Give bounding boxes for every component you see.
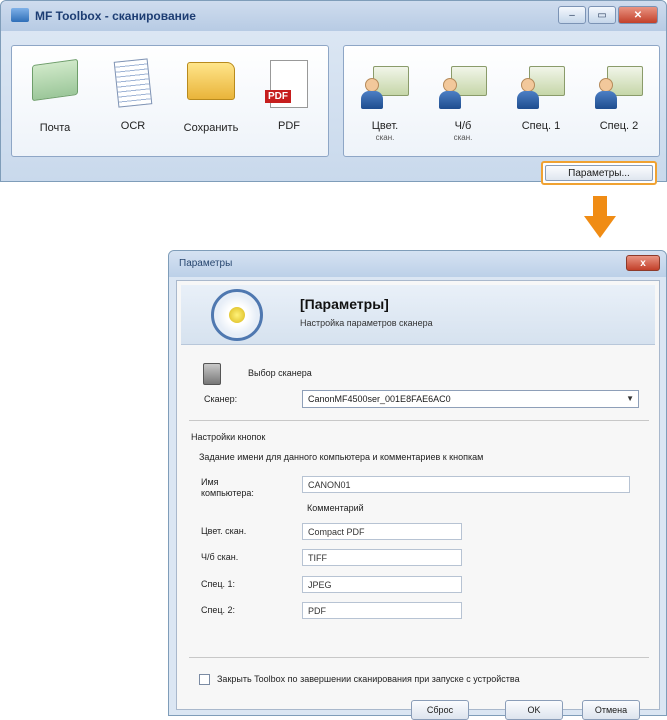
- button-settings-description: Задание имени для данного компьютера и к…: [199, 452, 484, 462]
- ocr-document-icon: [113, 58, 153, 108]
- pdf-icon: [265, 60, 308, 108]
- mail-tool-button[interactable]: Почта: [20, 52, 90, 134]
- parameters-button-label: Параметры...: [545, 165, 653, 181]
- scanner-select[interactable]: CanonMF4500ser_001E8FAE6AC0 ▼: [302, 390, 639, 408]
- mail-tool-label: Почта: [39, 122, 71, 134]
- ocr-tool-label: OCR: [120, 120, 146, 132]
- ok-button[interactable]: OK: [505, 700, 563, 720]
- dialog-titlebar: Параметры x: [169, 251, 666, 277]
- custom1-scan-tool-button[interactable]: Спец. 1: [506, 52, 576, 132]
- scanner-label: Сканер:: [204, 394, 238, 404]
- minimize-button[interactable]: ‒: [558, 6, 586, 24]
- custom1-row-label: Спец. 1:: [201, 579, 236, 589]
- dialog-header: [Параметры] Настройка параметров сканера: [181, 285, 655, 345]
- scanner-icon: [203, 363, 221, 385]
- bw-scan-icon: [437, 60, 489, 112]
- toolbox-title: MF Toolbox - сканирование: [35, 9, 196, 23]
- ocr-tool-button[interactable]: OCR: [98, 52, 168, 132]
- divider: [189, 657, 649, 658]
- dialog-body: [Параметры] Настройка параметров сканера…: [176, 280, 660, 720]
- color-scan-label: Цвет.: [371, 120, 399, 132]
- color-scan-sublabel: скан.: [375, 133, 395, 142]
- chevron-down-icon: ▼: [626, 394, 634, 403]
- tool-group-scan-buttons: Цвет. скан. Ч/б скан. Спец. 1 Спец. 2: [343, 45, 660, 157]
- dialog-close-button[interactable]: x: [626, 255, 660, 271]
- down-arrow-icon: [584, 196, 616, 240]
- dialog-header-title: [Параметры]: [300, 296, 389, 312]
- bw-scan-label: Ч/б: [454, 120, 472, 132]
- custom2-comment-input[interactable]: PDF: [302, 602, 462, 619]
- parameters-dialog: Параметры x [Параметры] Настройка параме…: [168, 250, 667, 720]
- bw-scan-comment-input[interactable]: TIFF: [302, 549, 462, 566]
- custom2-row-label: Спец. 2:: [201, 605, 236, 615]
- window-close-button[interactable]: ✕: [618, 6, 658, 24]
- color-scan-row-label: Цвет. скан.: [201, 526, 247, 536]
- custom2-scan-tool-button[interactable]: Спец. 2: [584, 52, 654, 132]
- folder-save-icon: [187, 62, 235, 100]
- save-tool-button[interactable]: Сохранить: [176, 52, 246, 134]
- custom2-scan-label: Спец. 2: [599, 120, 639, 132]
- parameters-button[interactable]: Параметры...: [541, 161, 657, 185]
- pdf-tool-button[interactable]: PDF: [254, 52, 324, 132]
- dialog-title: Параметры: [179, 258, 233, 269]
- tool-group-general: Почта OCR Сохранить PDF: [11, 45, 329, 157]
- bw-scan-tool-button[interactable]: Ч/б скан.: [428, 52, 498, 142]
- settings-icon: [211, 289, 263, 341]
- cancel-button[interactable]: Отмена: [582, 700, 640, 720]
- divider: [189, 420, 649, 421]
- bw-scan-sublabel: скан.: [453, 133, 473, 142]
- pdf-tool-label: PDF: [278, 120, 300, 132]
- toolbox-titlebar: MF Toolbox - сканирование ‒ ▭ ✕: [1, 1, 666, 31]
- button-settings-heading: Настройки кнопок: [191, 432, 266, 442]
- comment-column-header: Комментарий: [307, 503, 364, 513]
- color-scan-tool-button[interactable]: Цвет. скан.: [350, 52, 420, 142]
- color-scan-icon: [359, 60, 411, 112]
- computer-name-label: Имя компьютера:: [201, 477, 254, 498]
- mail-icon: [32, 58, 78, 102]
- computer-name-input[interactable]: CANON01: [302, 476, 630, 493]
- bw-scan-row-label: Ч/б скан.: [201, 552, 239, 562]
- toolbox-window: MF Toolbox - сканирование ‒ ▭ ✕ Почта OC…: [0, 0, 667, 182]
- scanner-select-value: CanonMF4500ser_001E8FAE6AC0: [308, 394, 451, 404]
- maximize-button[interactable]: ▭: [588, 6, 616, 24]
- custom1-comment-input[interactable]: JPEG: [302, 576, 462, 593]
- custom1-scan-label: Спец. 1: [521, 120, 561, 132]
- custom1-scan-icon: [515, 60, 567, 112]
- close-toolbox-checkbox[interactable]: [199, 674, 210, 685]
- dialog-header-subtitle: Настройка параметров сканера: [300, 318, 433, 328]
- save-tool-label: Сохранить: [183, 122, 239, 134]
- color-scan-comment-input[interactable]: Compact PDF: [302, 523, 462, 540]
- custom2-scan-icon: [593, 60, 645, 112]
- close-toolbox-checkbox-label: Закрыть Toolbox по завершении сканирован…: [217, 674, 520, 684]
- scanner-section-label: Выбор сканера: [248, 368, 312, 378]
- toolbox-app-icon: [11, 8, 29, 22]
- reset-button[interactable]: Сброс: [411, 700, 469, 720]
